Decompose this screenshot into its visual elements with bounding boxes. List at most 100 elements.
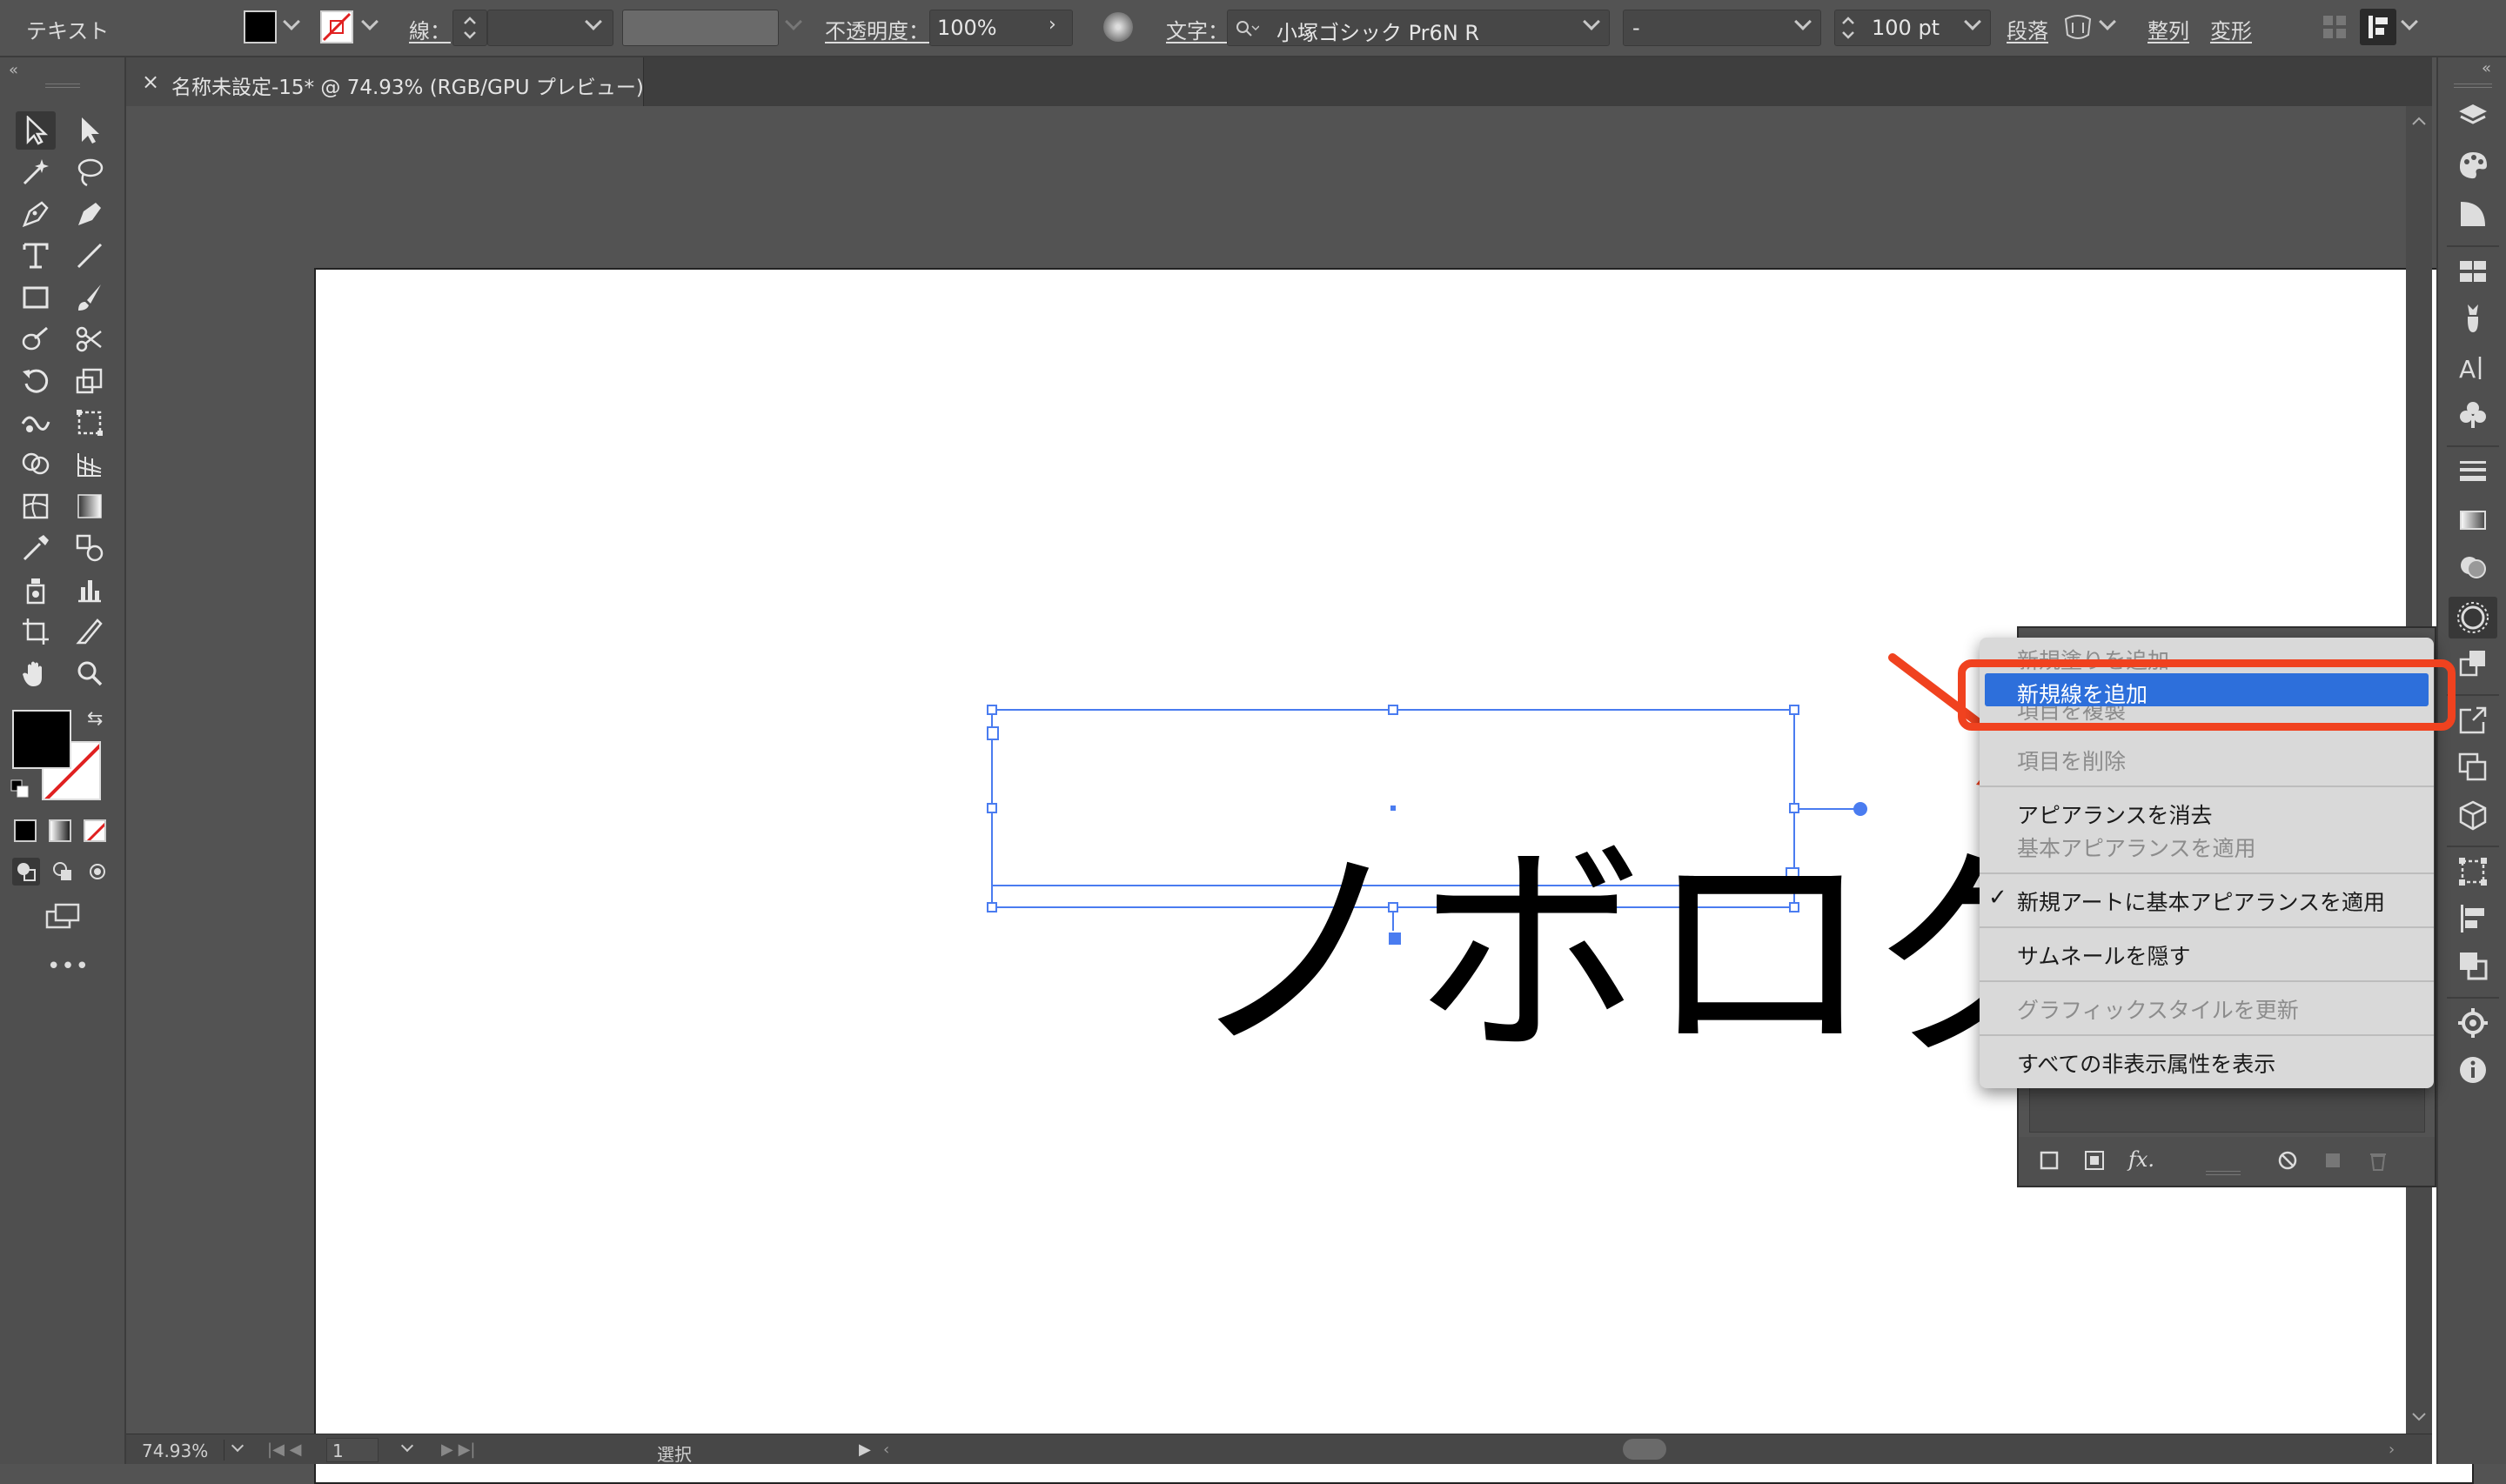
perspective-grid-tool-icon[interactable]	[70, 445, 110, 484]
scroll-down-icon[interactable]	[2411, 1411, 2427, 1423]
curvature-tool-icon[interactable]	[70, 195, 110, 233]
rotate-tool-icon[interactable]	[16, 362, 56, 400]
draw-inside-icon[interactable]	[84, 858, 111, 886]
close-tab-icon[interactable]: ×	[142, 70, 159, 94]
opentype-chevron-icon[interactable]	[2099, 13, 2116, 30]
opacity-label[interactable]: 不透明度：	[825, 14, 929, 44]
color-panel-icon[interactable]	[2456, 148, 2490, 183]
draw-normal-icon[interactable]	[12, 858, 40, 886]
info-panel-icon[interactable]	[2456, 1053, 2490, 1087]
add-new-stroke-icon[interactable]	[2038, 1149, 2060, 1172]
blend-tool-icon[interactable]	[70, 529, 110, 567]
swap-fill-stroke-icon[interactable]: ⇆	[87, 708, 103, 730]
stroke-panel-icon[interactable]	[2456, 454, 2490, 489]
align-panel-icon[interactable]	[2456, 901, 2490, 936]
direct-selection-tool-icon[interactable]	[70, 111, 110, 150]
fill-color-box[interactable]	[12, 710, 71, 769]
artboards-panel-icon[interactable]	[2456, 750, 2490, 785]
artboard-tool-icon[interactable]	[16, 612, 56, 651]
menu-item-new-art-has-basic-appearance[interactable]: ✓ 新規アートに基本アピアランスを適用	[1980, 881, 2434, 915]
symbols-panel-icon[interactable]	[2456, 397, 2490, 431]
hand-tool-icon[interactable]	[16, 654, 56, 692]
scroll-up-icon[interactable]	[2411, 115, 2427, 127]
horizontal-scroll-thumb[interactable]	[1623, 1439, 1666, 1460]
transparency-panel-icon[interactable]	[2456, 550, 2490, 585]
edit-toolbar-icon[interactable]: •••	[47, 953, 90, 979]
gradient-panel-icon[interactable]	[2456, 503, 2490, 538]
stroke-label[interactable]: 線：	[409, 14, 451, 44]
menu-item-show-all-hidden-attributes[interactable]: すべての非表示属性を表示	[1980, 1043, 2434, 1077]
pen-tool-icon[interactable]	[16, 195, 56, 233]
workspace-switcher-button[interactable]	[2360, 9, 2396, 45]
artboard-number-input[interactable]: 1	[326, 1438, 379, 1462]
panel-grip[interactable]	[45, 84, 80, 88]
magic-wand-tool-icon[interactable]	[16, 153, 56, 191]
layers-panel-icon[interactable]	[2456, 99, 2490, 134]
align-link[interactable]: 整列	[2148, 14, 2189, 44]
rectangle-tool-icon[interactable]	[16, 278, 56, 317]
artboard-dropdown-icon[interactable]	[400, 1439, 414, 1453]
symbol-sprayer-tool-icon[interactable]	[16, 571, 56, 609]
screen-mode-icon[interactable]	[44, 901, 82, 933]
scroll-right-icon[interactable]: ›	[2389, 1441, 2395, 1459]
color-mode-icon[interactable]	[14, 819, 37, 842]
scroll-left-icon[interactable]: ‹	[883, 1441, 889, 1459]
character-panel-icon[interactable]: A	[2456, 350, 2490, 384]
menu-item-hide-thumbnail[interactable]: サムネールを隠す	[1980, 935, 2434, 969]
font-size-input[interactable]: 100 pt	[1834, 10, 1991, 46]
workspace-chevron-icon[interactable]	[2401, 13, 2418, 30]
paragraph-link[interactable]: 段落	[2007, 14, 2048, 44]
expand-panels-icon[interactable]: «	[2482, 59, 2491, 77]
libraries-panel-icon[interactable]	[2456, 799, 2490, 833]
dock-grip[interactable]	[2454, 84, 2492, 88]
variable-width-profile[interactable]	[622, 10, 779, 46]
draw-behind-icon[interactable]	[49, 858, 77, 886]
gradient-tool-icon[interactable]	[70, 487, 110, 525]
type-tool-icon[interactable]	[16, 237, 56, 275]
next-artboard-icon[interactable]: ▶ ▶|	[441, 1441, 475, 1459]
appearance-panel-tab[interactable]	[2449, 597, 2497, 638]
column-graph-tool-icon[interactable]	[70, 571, 110, 609]
stroke-weight-stepper[interactable]	[452, 10, 487, 46]
swatches-panel-icon[interactable]	[2456, 254, 2490, 289]
gradient-mode-icon[interactable]	[49, 819, 71, 842]
color-guide-panel-icon[interactable]	[2456, 197, 2490, 231]
line-segment-tool-icon[interactable]	[70, 237, 110, 275]
add-effect-icon[interactable]: fx.	[2128, 1147, 2154, 1172]
fill-swatch[interactable]	[244, 10, 277, 43]
properties-panel-icon[interactable]	[2456, 1006, 2490, 1040]
pathfinder-panel-icon[interactable]	[2456, 948, 2490, 983]
scale-tool-icon[interactable]	[70, 362, 110, 400]
slice-tool-icon[interactable]	[70, 612, 110, 651]
first-artboard-icon[interactable]: |◀ ◀	[267, 1441, 301, 1459]
document-tab[interactable]: × 名称未設定-15* @ 74.93% (RGB/GPU プレビュー)	[126, 57, 644, 106]
transform-link[interactable]: 変形	[2210, 14, 2252, 44]
opentype-icon[interactable]	[2062, 12, 2094, 42]
artboard-text[interactable]: ノボログ	[1186, 839, 2105, 1067]
eyedropper-tool-icon[interactable]	[16, 529, 56, 567]
character-label[interactable]: 文字：	[1166, 14, 1229, 44]
stroke-dropdown-chevron-icon[interactable]	[361, 13, 379, 30]
menu-item-clear-appearance[interactable]: アピアランスを消去	[1980, 794, 2434, 828]
shape-builder-tool-icon[interactable]	[16, 445, 56, 484]
free-transform-tool-icon[interactable]	[70, 404, 110, 442]
font-family-input[interactable]: 小塚ゴシック Pr6N R	[1227, 10, 1610, 46]
zoom-dropdown[interactable]	[224, 1439, 251, 1461]
brushes-panel-icon[interactable]	[2456, 301, 2490, 336]
recolor-artwork-icon[interactable]	[1103, 12, 1133, 42]
transform-panel-icon[interactable]	[2456, 854, 2490, 889]
selection-tool-icon[interactable]	[16, 111, 56, 150]
default-fill-stroke-icon[interactable]	[10, 779, 30, 799]
mesh-tool-icon[interactable]	[16, 487, 56, 525]
lasso-tool-icon[interactable]	[70, 153, 110, 191]
collapse-panel-icon[interactable]: «	[9, 61, 18, 79]
scissors-tool-icon[interactable]	[70, 320, 110, 358]
zoom-tool-icon[interactable]	[70, 654, 110, 692]
paintbrush-tool-icon[interactable]	[70, 278, 110, 317]
opacity-arrow-icon[interactable]: ›	[1049, 14, 1056, 36]
status-menu-arrow-icon[interactable]: ▶	[859, 1441, 871, 1459]
zoom-level[interactable]: 74.93%	[142, 1441, 208, 1461]
export-panel-icon[interactable]	[2456, 703, 2490, 738]
font-style-input[interactable]: -	[1623, 10, 1821, 46]
clear-appearance-icon[interactable]	[2276, 1149, 2299, 1172]
